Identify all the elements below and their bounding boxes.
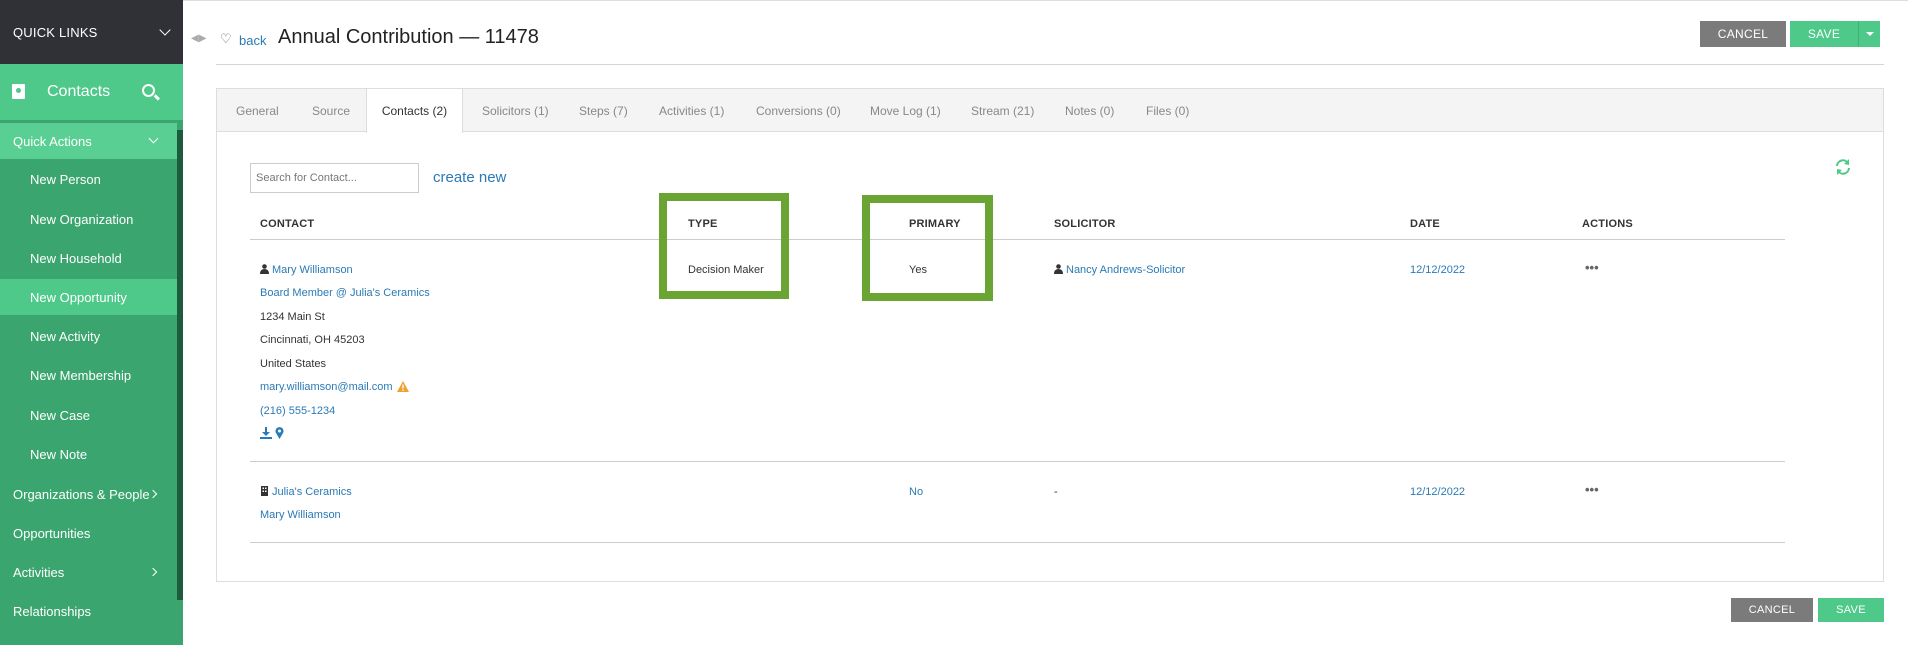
footer-save-button[interactable]: SAVE <box>1818 598 1884 622</box>
tab-conversions[interactable]: Conversions (0) <box>756 89 841 132</box>
contact-name-link[interactable]: Mary Williamson <box>272 264 353 276</box>
quick-actions-toggle[interactable]: Quick Actions <box>0 123 177 159</box>
more-actions-icon[interactable]: ••• <box>1585 482 1599 497</box>
sidebar-item-new-case[interactable]: New Case <box>0 397 177 433</box>
sidebar-item-activities[interactable]: Activities <box>0 554 177 590</box>
tab-move-log[interactable]: Move Log (1) <box>870 89 941 132</box>
column-header-contact: CONTACT <box>260 218 315 230</box>
more-actions-icon[interactable]: ••• <box>1585 260 1599 275</box>
contact-email-cell: mary.williamson@mail.com <box>260 381 409 393</box>
quick-actions-label: Quick Actions <box>13 133 92 149</box>
solicitor-link[interactable]: Nancy Andrews-Solicitor <box>1066 264 1185 276</box>
contact-book-icon <box>12 84 25 99</box>
sidebar-item-relationships[interactable]: Relationships <box>0 593 177 629</box>
contact-name-cell: Mary Williamson <box>260 264 353 276</box>
contacts-module-header: Contacts <box>0 64 183 120</box>
contact-address-line1: 1234 Main St <box>260 311 325 323</box>
contact-sub-link[interactable]: Mary Williamson <box>260 509 341 521</box>
search-icon[interactable] <box>142 84 155 97</box>
table-bottom-divider <box>250 542 1785 543</box>
sidebar: QUICK LINKS Contacts Quick Actions New P… <box>0 0 183 645</box>
table-header-divider <box>250 239 1785 240</box>
heart-icon[interactable]: ♡ <box>220 31 232 47</box>
sidebar-item-new-activity[interactable]: New Activity <box>0 318 177 354</box>
page-title: Annual Contribution — 11478 <box>278 26 539 48</box>
column-header-date: DATE <box>1410 218 1440 230</box>
person-icon <box>260 264 269 274</box>
save-button[interactable]: SAVE <box>1790 21 1858 47</box>
sidebar-item-label: Organizations & People <box>13 486 150 502</box>
sidebar-item-organizations-people[interactable]: Organizations & People <box>0 476 177 512</box>
tab-bar: General Source Contacts (2) Solicitors (… <box>217 89 1883 133</box>
sidebar-item-label: Activities <box>13 564 65 580</box>
tab-activities[interactable]: Activities (1) <box>659 89 724 132</box>
footer-cancel-button[interactable]: CANCEL <box>1731 598 1813 622</box>
warning-icon <box>396 381 409 392</box>
column-header-solicitor: SOLICITOR <box>1054 218 1116 230</box>
contact-name-cell: Julia's Ceramics <box>260 486 352 498</box>
contact-primary-link[interactable]: No <box>909 486 923 498</box>
contact-address-line2: Cincinnati, OH 45203 <box>260 334 365 346</box>
contact-country: United States <box>260 358 327 370</box>
sidebar-scrollbar[interactable] <box>177 130 183 600</box>
tab-stream[interactable]: Stream (21) <box>971 89 1034 132</box>
tab-general[interactable]: General <box>236 89 279 132</box>
contact-search-input[interactable] <box>250 163 419 193</box>
contact-role-link[interactable]: Board Member @ Julia's Ceramics <box>260 287 430 299</box>
map-marker-icon[interactable] <box>275 427 284 439</box>
collapse-sidebar-icon[interactable]: ◀▶ <box>191 33 206 44</box>
chevron-right-icon <box>148 567 158 577</box>
top-border <box>183 0 1908 1</box>
sidebar-item-new-membership[interactable]: New Membership <box>0 357 177 393</box>
opportunity-panel: General Source Contacts (2) Solicitors (… <box>216 88 1884 582</box>
save-options-dropdown[interactable] <box>1858 21 1880 47</box>
tab-notes[interactable]: Notes (0) <box>1065 89 1114 132</box>
tab-source[interactable]: Source <box>312 89 350 132</box>
back-link[interactable]: back <box>239 33 266 48</box>
building-icon <box>261 486 268 496</box>
tab-contacts[interactable]: Contacts (2) <box>366 89 463 133</box>
chevron-down-icon <box>159 24 171 36</box>
highlight-box-primary <box>862 195 993 301</box>
tab-solicitors[interactable]: Solicitors (1) <box>482 89 549 132</box>
sidebar-item-new-household[interactable]: New Household <box>0 240 177 276</box>
refresh-icon[interactable] <box>1834 158 1852 176</box>
solicitor-cell: - <box>1054 486 1058 498</box>
sidebar-item-new-person[interactable]: New Person <box>0 161 177 197</box>
sidebar-item-new-note[interactable]: New Note <box>0 436 177 472</box>
tab-files[interactable]: Files (0) <box>1146 89 1189 132</box>
chevron-right-icon <box>148 489 158 499</box>
highlight-box-type <box>659 193 789 299</box>
create-new-link[interactable]: create new <box>433 169 506 186</box>
download-icon[interactable] <box>260 427 272 439</box>
sidebar-item-new-opportunity[interactable]: New Opportunity <box>0 279 177 315</box>
solicitor-cell: Nancy Andrews-Solicitor <box>1054 264 1185 276</box>
contact-date-link[interactable]: 12/12/2022 <box>1410 264 1465 276</box>
cancel-button[interactable]: CANCEL <box>1700 21 1786 47</box>
sidebar-item-opportunities[interactable]: Opportunities <box>0 515 177 551</box>
contact-email-link[interactable]: mary.williamson@mail.com <box>260 381 393 393</box>
sidebar-item-new-organization[interactable]: New Organization <box>0 201 177 237</box>
contact-phone-link[interactable]: (216) 555-1234 <box>260 405 335 417</box>
quick-links-header[interactable]: QUICK LINKS <box>0 0 183 64</box>
tab-steps[interactable]: Steps (7) <box>579 89 628 132</box>
person-icon <box>1054 264 1063 274</box>
chevron-down-icon <box>148 133 159 144</box>
contact-date-link[interactable]: 12/12/2022 <box>1410 486 1465 498</box>
module-title: Contacts <box>47 83 111 100</box>
header-divider <box>216 64 1884 65</box>
quick-links-label: QUICK LINKS <box>13 24 98 40</box>
row-divider <box>250 461 1785 462</box>
contact-name-link[interactable]: Julia's Ceramics <box>272 486 352 498</box>
column-header-actions: ACTIONS <box>1582 218 1633 230</box>
